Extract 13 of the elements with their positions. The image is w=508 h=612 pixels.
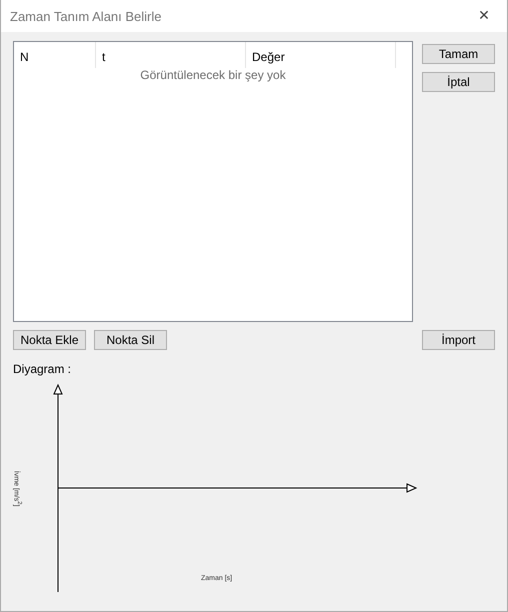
point-button[interactable]: Nokta Ekle [13,330,86,350]
diagram-label: Diyagram : [13,362,72,376]
point-button[interactable]: Nokta Sil [94,330,167,350]
import-button[interactable]: İmport [422,330,495,350]
close-button[interactable]: ✕ [461,0,507,32]
column-header[interactable]: t [96,42,246,68]
dialog-button[interactable]: Tamam [422,44,495,64]
column-header[interactable]: N [14,42,96,68]
dialog-button[interactable]: İptal [422,72,495,92]
empty-message: Görüntülenecek bir şey yok [140,68,286,82]
window-title: Zaman Tanım Alanı Belirle [10,8,162,24]
column-header[interactable]: Değer [246,42,396,68]
points-list[interactable]: N t Değer Görüntülenecek bir şey yok [13,41,413,322]
